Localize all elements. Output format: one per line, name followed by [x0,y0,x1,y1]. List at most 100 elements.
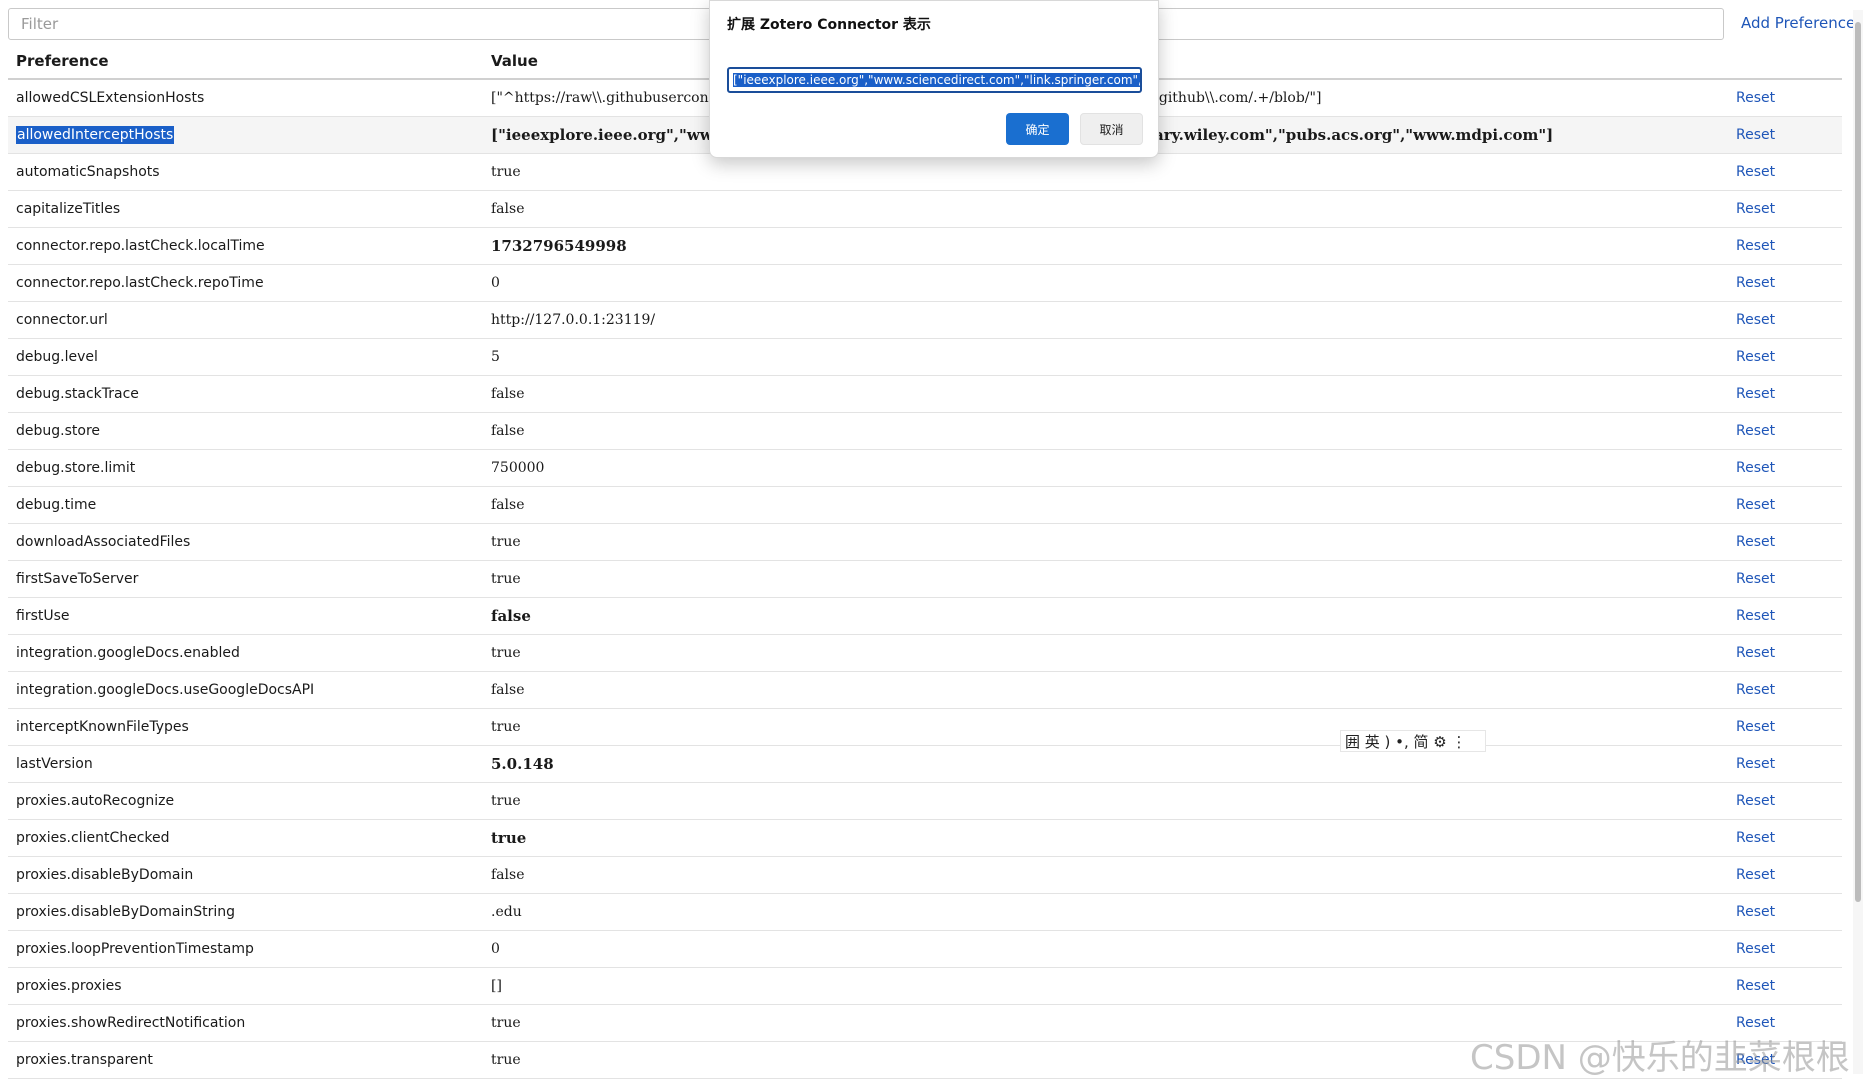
reset-link[interactable]: Reset [1736,941,1775,957]
table-row[interactable]: downloadAssociatedFiles true Reset [8,523,1842,561]
pref-action-cell: Reset [1728,634,1842,672]
reset-link[interactable]: Reset [1736,127,1775,143]
pref-name-cell: allowedCSLExtensionHosts [8,79,483,117]
pref-value[interactable]: false [483,412,1728,450]
reset-link[interactable]: Reset [1736,90,1775,106]
table-row[interactable]: debug.time false Reset [8,486,1842,524]
pref-value[interactable]: 5 [483,338,1728,376]
table-row[interactable]: integration.googleDocs.useGoogleDocsAPI f… [8,671,1842,709]
reset-link[interactable]: Reset [1736,830,1775,846]
table-row[interactable]: proxies.disableByDomain false Reset [8,856,1842,894]
reset-link[interactable]: Reset [1736,460,1775,476]
pref-value[interactable]: false [483,671,1728,709]
pref-value[interactable]: 1732796549998 [483,227,1728,265]
pref-name-cell: integration.googleDocs.enabled [8,634,483,672]
table-row[interactable]: capitalizeTitles false Reset [8,190,1842,228]
reset-link[interactable]: Reset [1736,275,1775,291]
pref-value[interactable]: true [483,782,1728,820]
reset-link[interactable]: Reset [1736,756,1775,772]
ok-button[interactable]: 确定 [1006,113,1069,145]
table-row[interactable]: lastVersion 5.0.148 Reset [8,745,1842,783]
pref-value[interactable]: true [483,153,1728,191]
pref-value[interactable]: true [483,708,1728,746]
pref-name: lastVersion [16,756,93,772]
table-row[interactable]: interceptKnownFileTypes true Reset [8,708,1842,746]
table-row[interactable]: integration.googleDocs.enabled true Reset [8,634,1842,672]
table-row[interactable]: proxies.loopPreventionTimestamp 0 Reset [8,930,1842,968]
reset-link[interactable]: Reset [1736,386,1775,402]
pref-value[interactable]: true [483,634,1728,672]
pref-value[interactable]: false [483,486,1728,524]
reset-link[interactable]: Reset [1736,423,1775,439]
reset-link[interactable]: Reset [1736,793,1775,809]
vertical-scrollbar[interactable] [1853,10,1863,1074]
header-actions [1728,44,1842,80]
scrollbar-thumb[interactable] [1855,22,1861,902]
table-row[interactable]: debug.stackTrace false Reset [8,375,1842,413]
cancel-button[interactable]: 取消 [1080,113,1143,145]
table-row[interactable]: proxies.disableByDomainString .edu Reset [8,893,1842,931]
reset-link[interactable]: Reset [1736,534,1775,550]
header-preference[interactable]: Preference [8,44,483,80]
table-row[interactable]: debug.level 5 Reset [8,338,1842,376]
dialog-title: 扩展 Zotero Connector 表示 [727,17,931,33]
reset-link[interactable]: Reset [1736,645,1775,661]
reset-link[interactable]: Reset [1736,682,1775,698]
reset-link[interactable]: Reset [1736,349,1775,365]
table-row[interactable]: firstSaveToServer true Reset [8,560,1842,598]
pref-value[interactable]: true [483,560,1728,598]
pref-value[interactable]: false [483,597,1728,635]
table-row[interactable]: proxies.autoRecognize true Reset [8,782,1842,820]
pref-value[interactable]: [] [483,967,1728,1005]
reset-link[interactable]: Reset [1736,312,1775,328]
pref-value[interactable]: false [483,375,1728,413]
reset-link[interactable]: Reset [1736,1015,1775,1031]
pref-value[interactable]: 750000 [483,449,1728,487]
table-row[interactable]: proxies.proxies [] Reset [8,967,1842,1005]
pref-name: debug.store [16,423,101,439]
table-row[interactable]: automaticSnapshots true Reset [8,153,1842,191]
reset-link[interactable]: Reset [1736,238,1775,254]
pref-name-cell: connector.url [8,301,483,339]
pref-name: debug.stackTrace [16,386,139,402]
pref-name-cell: integration.googleDocs.useGoogleDocsAPI [8,671,483,709]
pref-value[interactable]: 0 [483,930,1728,968]
pref-action-cell: Reset [1728,967,1842,1005]
pref-name: debug.level [16,349,98,365]
reset-link[interactable]: Reset [1736,608,1775,624]
pref-value[interactable]: true [483,523,1728,561]
pref-value[interactable]: http://127.0.0.1:23119/ [483,301,1728,339]
pref-value[interactable]: false [483,856,1728,894]
reset-link[interactable]: Reset [1736,719,1775,735]
table-row[interactable]: firstUse false Reset [8,597,1842,635]
ime-toolbar[interactable]: 囲 英 ) •, 简 ⚙ ⋮ [1340,730,1486,752]
reset-link[interactable]: Reset [1736,904,1775,920]
table-row[interactable]: connector.repo.lastCheck.repoTime 0 Reset [8,264,1842,302]
pref-name: integration.googleDocs.useGoogleDocsAPI [16,682,315,698]
pref-action-cell: Reset [1728,116,1842,154]
table-row[interactable]: debug.store false Reset [8,412,1842,450]
reset-link[interactable]: Reset [1736,867,1775,883]
pref-value[interactable]: 0 [483,264,1728,302]
table-row[interactable]: proxies.clientChecked true Reset [8,819,1842,857]
pref-action-cell: Reset [1728,819,1842,857]
table-row[interactable]: connector.url http://127.0.0.1:23119/Rese… [8,301,1842,339]
pref-name-cell: interceptKnownFileTypes [8,708,483,746]
table-row[interactable]: debug.store.limit 750000 Reset [8,449,1842,487]
reset-link[interactable]: Reset [1736,201,1775,217]
pref-value[interactable]: true [483,819,1728,857]
dialog-value-input[interactable]: ["ieeexplore.ieee.org","www.sciencedirec… [727,67,1142,93]
pref-value[interactable]: 5.0.148 [483,745,1728,783]
pref-name: allowedInterceptHosts [16,126,175,144]
pref-value[interactable]: .edu [483,893,1728,931]
pref-name-cell: lastVersion [8,745,483,783]
add-preference-link[interactable]: Add Preference [1741,14,1855,32]
reset-link[interactable]: Reset [1736,978,1775,994]
reset-link[interactable]: Reset [1736,164,1775,180]
pref-value[interactable]: false [483,190,1728,228]
pref-name-cell: allowedInterceptHosts [8,116,483,154]
table-row[interactable]: connector.repo.lastCheck.localTime 173279… [8,227,1842,265]
reset-link[interactable]: Reset [1736,571,1775,587]
reset-link[interactable]: Reset [1736,497,1775,513]
pref-name-cell: proxies.clientChecked [8,819,483,857]
